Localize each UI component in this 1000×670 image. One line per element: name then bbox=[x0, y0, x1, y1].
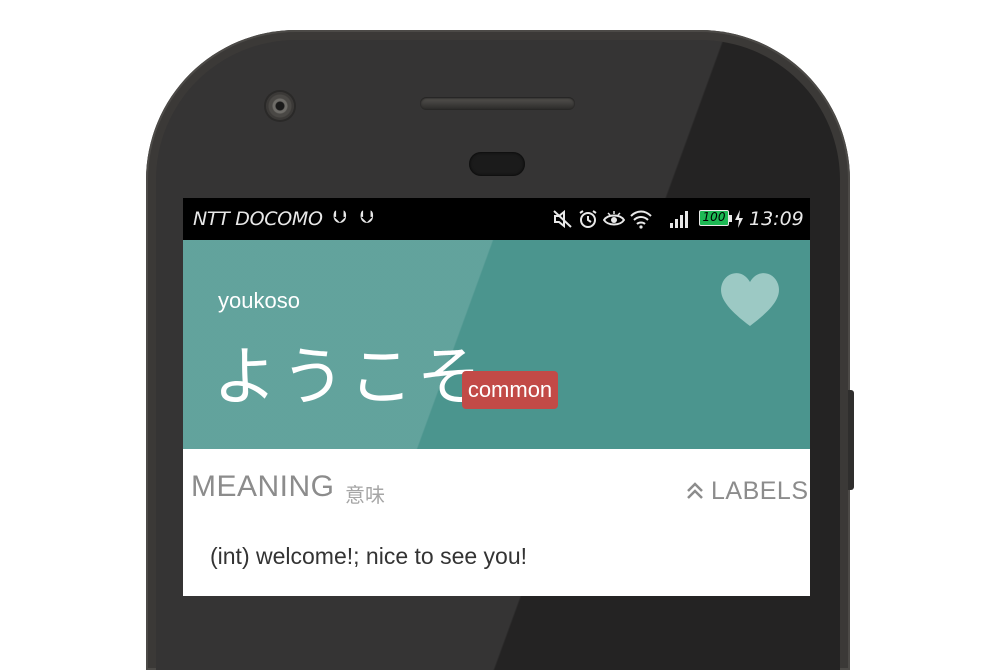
battery-level: 100 bbox=[702, 210, 726, 224]
battery-icon: 100 bbox=[699, 210, 729, 226]
carrier-name: NTT DOCOMO bbox=[193, 208, 323, 230]
definition-text: (int) welcome!; nice to see you! bbox=[210, 543, 528, 569]
mute-icon bbox=[553, 209, 572, 229]
power-button bbox=[848, 390, 854, 490]
heart-icon[interactable] bbox=[718, 270, 782, 328]
signal-icon bbox=[670, 211, 688, 228]
usb-icon: ⮋ bbox=[333, 207, 347, 228]
word-romaji: youkoso bbox=[218, 288, 300, 313]
status-bar: NTT DOCOMO ⮋ ⮋ 100 13:09 bbox=[183, 198, 810, 240]
word-kana: ようこそ bbox=[213, 341, 485, 415]
labels-toggle-button[interactable]: LABELS bbox=[685, 474, 809, 508]
charging-icon bbox=[735, 210, 743, 228]
status-time: 13:09 bbox=[749, 208, 804, 230]
usb-icon: ⮋ bbox=[360, 207, 374, 228]
screen: NTT DOCOMO ⮋ ⮋ 100 13:09 youkoso ようこそ co… bbox=[183, 198, 810, 596]
eye-icon bbox=[603, 211, 625, 226]
word-header: youkoso ようこそ common bbox=[183, 240, 810, 449]
earpiece-speaker bbox=[420, 97, 575, 110]
alarm-icon bbox=[579, 210, 597, 228]
front-camera bbox=[266, 92, 294, 120]
proximity-sensor bbox=[469, 152, 525, 176]
meaning-heading-jp: 意味 bbox=[345, 483, 385, 507]
labels-toggle-label: LABELS bbox=[711, 476, 809, 505]
wifi-icon bbox=[630, 210, 652, 229]
common-badge: common bbox=[462, 371, 558, 409]
meaning-heading: MEANING bbox=[191, 470, 335, 503]
double-chevron-up-icon bbox=[687, 482, 703, 499]
